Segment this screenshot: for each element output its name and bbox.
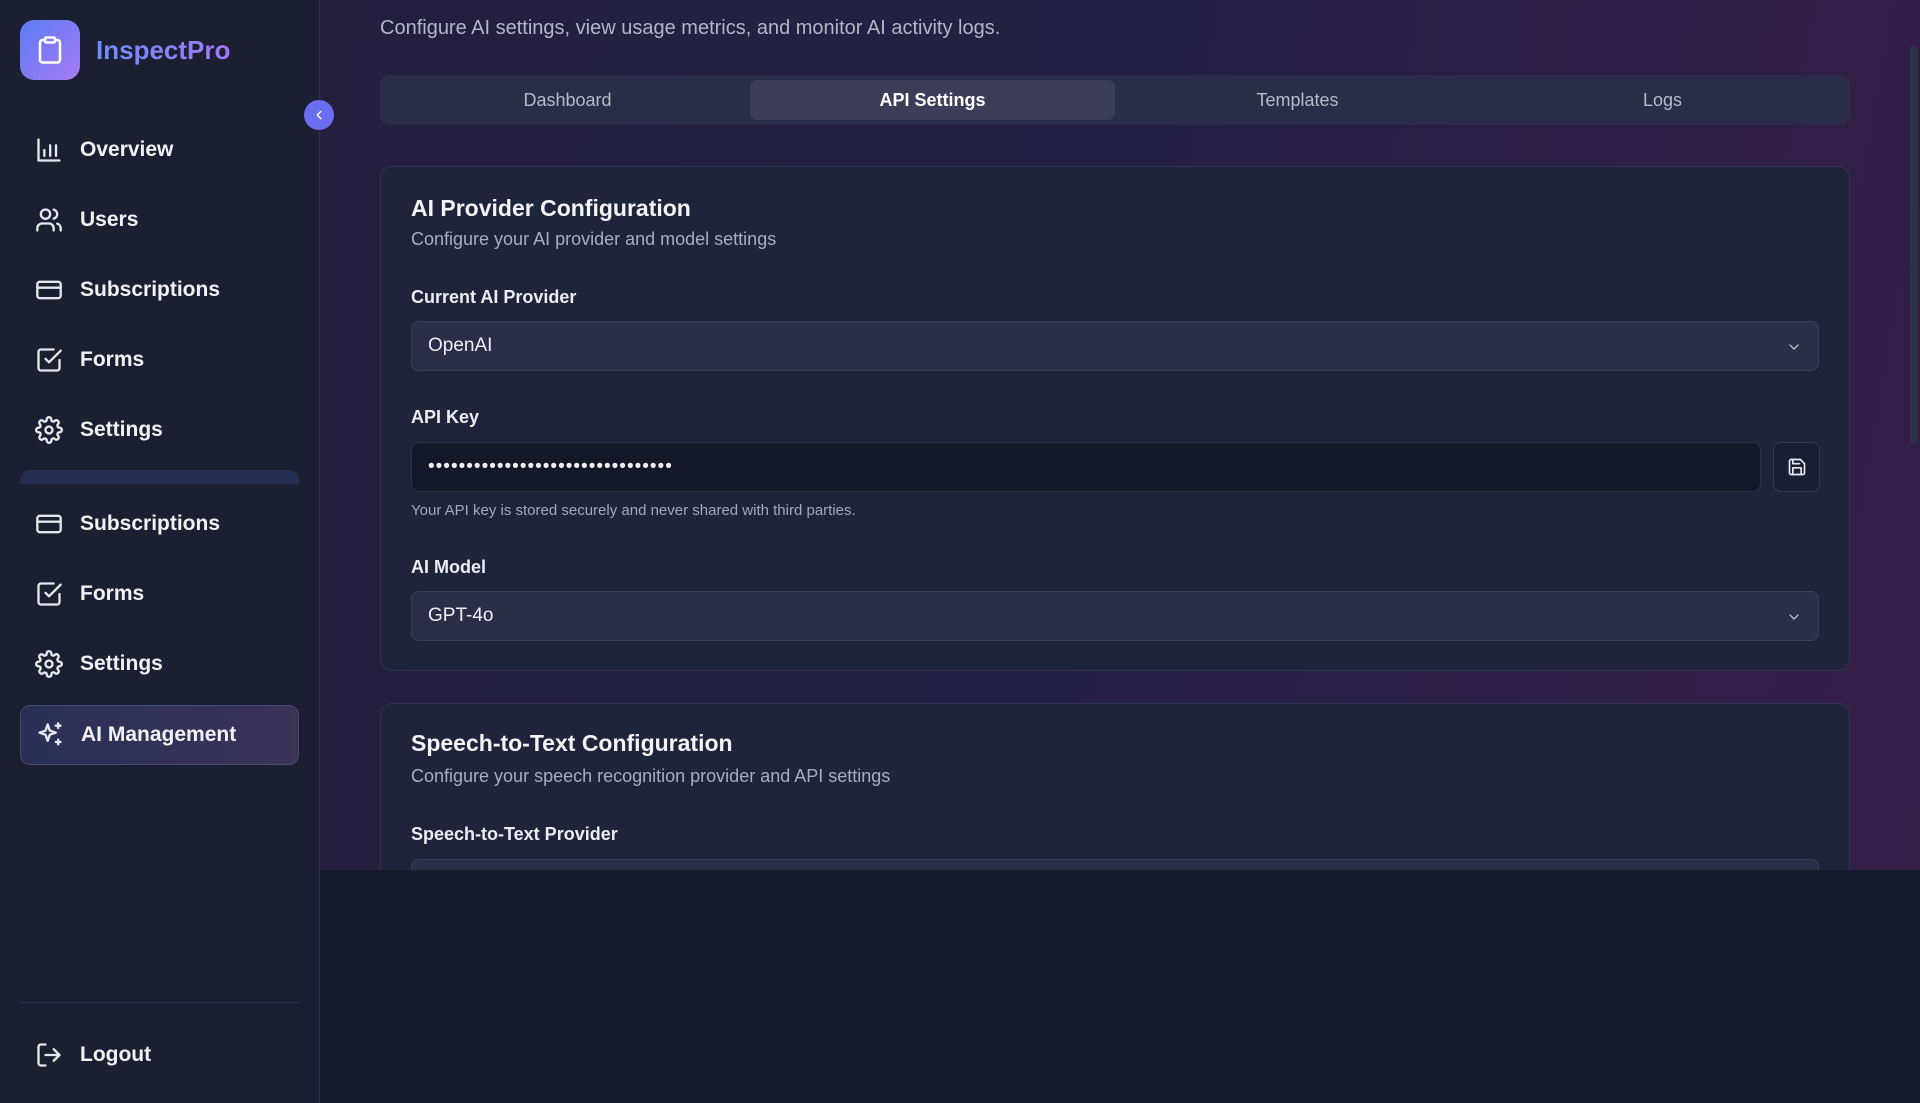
tab-bar: Dashboard API Settings Templates Logs: [380, 75, 1850, 125]
sidebar-item-settings[interactable]: Settings: [20, 634, 299, 694]
card-description: Configure your AI provider and model set…: [411, 229, 777, 249]
chevron-down-icon: [1789, 614, 1799, 620]
sidebar-item-users[interactable]: Users: [20, 190, 299, 250]
save-icon: [1788, 458, 1805, 476]
chevron-down-icon: [1789, 344, 1799, 350]
sidebar-item-label: Settings: [80, 652, 163, 675]
tab-dashboard[interactable]: Dashboard: [385, 80, 750, 120]
credit-card-icon: [34, 509, 64, 539]
ai-model-select[interactable]: GPT-4o: [411, 591, 1819, 641]
checkbox-icon: [34, 345, 64, 375]
tab-api-settings[interactable]: API Settings: [750, 80, 1115, 120]
save-api-key-button[interactable]: [1773, 442, 1820, 492]
bar-chart-icon: [34, 135, 64, 165]
logout-button[interactable]: Logout: [20, 1025, 299, 1085]
api-key-label: API Key: [411, 407, 480, 427]
sidebar-item-subscriptions[interactable]: Subscriptions: [20, 494, 299, 554]
gear-icon: [34, 415, 64, 445]
sidebar-item-label: Forms: [80, 348, 145, 371]
sidebar-item-label: Overview: [80, 138, 174, 161]
stt-card: Speech-to-Text Configuration Configure y…: [380, 703, 1850, 870]
users-icon: [34, 205, 64, 235]
ai-model-label: AI Model: [411, 557, 486, 577]
stt-provider-select[interactable]: [411, 859, 1819, 870]
checkbox-icon: [34, 579, 64, 609]
sidebar-item-ai-management[interactable]: AI Management: [20, 705, 299, 765]
provider-label: Current AI Provider: [411, 287, 577, 307]
api-key-hint: Your API key is stored securely and neve…: [411, 502, 856, 519]
clipboard-icon: [20, 20, 80, 80]
api-key-input[interactable]: ••••••••••••••••••••••••••••••••: [411, 442, 1761, 492]
logout-icon: [34, 1040, 64, 1070]
card-description: Configure your speech recognition provid…: [411, 766, 891, 786]
credit-card-icon: [34, 275, 64, 305]
sidebar-item-forms[interactable]: Forms: [20, 564, 299, 624]
sidebar-item-label: Forms: [80, 582, 145, 605]
sidebar-item-label: Settings: [80, 418, 163, 441]
card-title: AI Provider Configuration: [411, 195, 691, 221]
scrollbar[interactable]: [1910, 46, 1918, 444]
tab-logs[interactable]: Logs: [1480, 80, 1845, 120]
gear-icon: [34, 649, 64, 679]
sidebar-item-label: AI Management: [81, 723, 237, 746]
card-title: Speech-to-Text Configuration: [411, 730, 733, 756]
page-subtitle: Configure AI settings, view usage metric…: [380, 17, 1001, 39]
ai-provider-card: AI Provider Configuration Configure your…: [380, 166, 1850, 671]
select-value: OpenAI: [428, 335, 493, 356]
brand-name: InspectPro: [96, 34, 231, 65]
sidebar-item-label: Subscriptions: [80, 278, 221, 301]
sidebar-item-overview[interactable]: Overview: [20, 120, 299, 180]
ai-provider-select[interactable]: OpenAI: [411, 321, 1819, 371]
stt-provider-label: Speech-to-Text Provider: [411, 824, 618, 844]
nav-divider: [20, 470, 299, 484]
sidebar-item-label: Users: [80, 208, 139, 231]
sidebar-item-settings[interactable]: Settings: [20, 400, 299, 460]
main-lower-area: [320, 870, 1920, 1103]
logout-label: Logout: [80, 1043, 152, 1066]
sidebar-item-subscriptions[interactable]: Subscriptions: [20, 260, 299, 320]
brand[interactable]: InspectPro: [20, 20, 230, 80]
sidebar-collapse-button[interactable]: [304, 100, 334, 130]
sidebar-divider: [20, 1002, 299, 1003]
sidebar-item-forms[interactable]: Forms: [20, 330, 299, 390]
tab-templates[interactable]: Templates: [1115, 80, 1480, 120]
chevron-left-icon: [316, 110, 322, 120]
sidebar: InspectPro Overview Users Subscriptions: [0, 0, 320, 1103]
sparkles-icon: [35, 720, 65, 750]
sidebar-item-label: Subscriptions: [80, 512, 221, 535]
select-value: GPT-4o: [428, 605, 494, 626]
